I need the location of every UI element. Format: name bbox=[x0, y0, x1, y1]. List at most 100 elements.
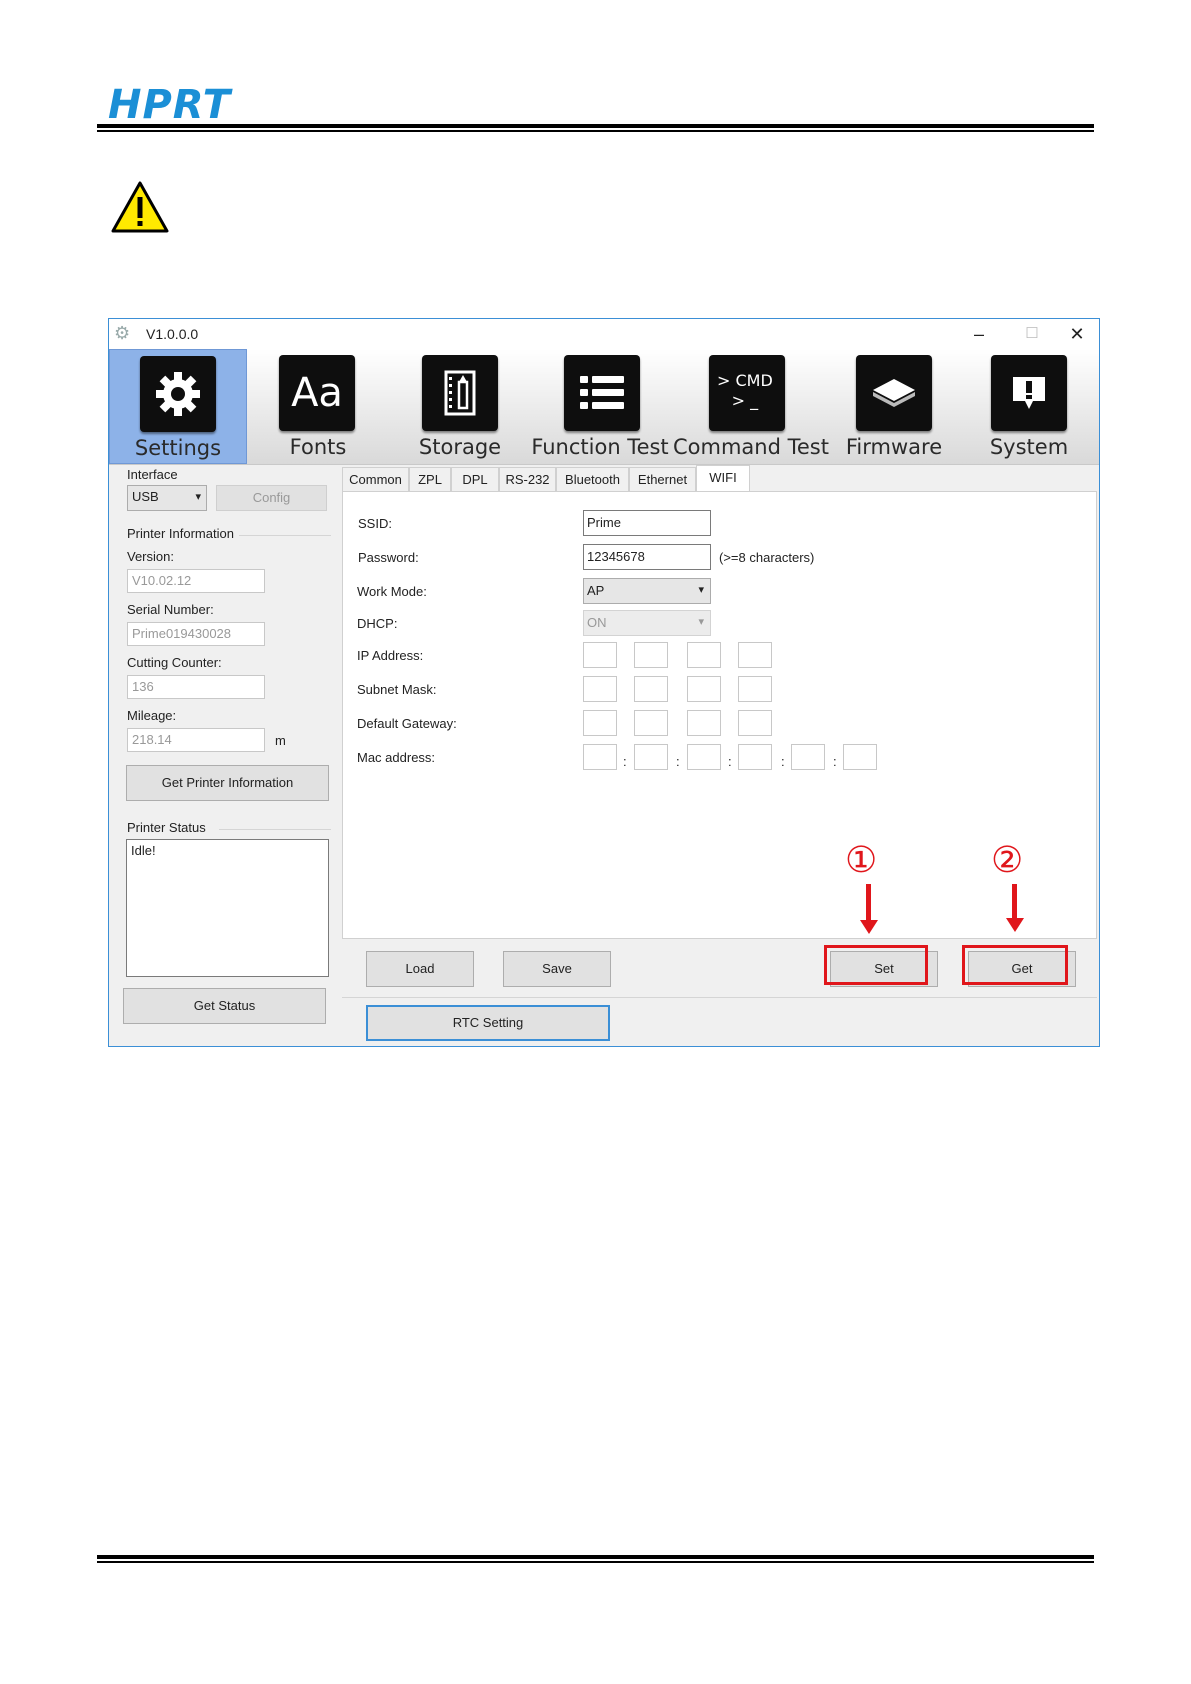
fonts-icon: Aa bbox=[279, 355, 355, 431]
step-2-arrow bbox=[1012, 884, 1017, 918]
save-button[interactable]: Save bbox=[503, 951, 611, 987]
list-icon bbox=[564, 355, 640, 431]
step-1-arrow bbox=[866, 884, 871, 920]
gateway-octet-4[interactable] bbox=[738, 710, 772, 736]
footer-rule bbox=[97, 1555, 1094, 1559]
title-bar: ⚙ V1.0.0.0 – ☐ ✕ bbox=[109, 319, 1099, 349]
window-title: V1.0.0.0 bbox=[146, 326, 199, 342]
password-hint: (>=8 characters) bbox=[719, 550, 815, 565]
mac-separator: : bbox=[781, 754, 785, 769]
subnet-octet-2[interactable] bbox=[634, 676, 668, 702]
chevron-down-icon: ▾ bbox=[698, 616, 704, 628]
config-button[interactable]: Config bbox=[216, 485, 327, 511]
header-rule bbox=[97, 124, 1094, 128]
mac-octet-3[interactable] bbox=[687, 744, 721, 770]
warning-icon bbox=[111, 181, 169, 233]
password-input[interactable]: 12345678 bbox=[583, 544, 711, 570]
workmode-value: AP bbox=[587, 583, 605, 598]
toolbar-storage-label: Storage bbox=[418, 435, 502, 459]
interface-select[interactable]: USB ▾ bbox=[127, 485, 207, 511]
subnet-octet-1[interactable] bbox=[583, 676, 617, 702]
toolbar-firmware[interactable]: Firmware bbox=[824, 349, 964, 464]
tab-rs232[interactable]: RS-232 bbox=[499, 467, 556, 491]
password-label: Password: bbox=[358, 550, 419, 565]
subnet-label: Subnet Mask: bbox=[357, 682, 437, 697]
status-divider bbox=[219, 829, 331, 830]
mac-octet-5[interactable] bbox=[791, 744, 825, 770]
set-highlight bbox=[824, 945, 928, 985]
mac-octet-1[interactable] bbox=[583, 744, 617, 770]
step-2-marker: ② bbox=[991, 840, 1024, 881]
toolbar-function-test[interactable]: Function Test bbox=[529, 349, 671, 464]
tab-ethernet[interactable]: Ethernet bbox=[629, 467, 696, 491]
subnet-octet-3[interactable] bbox=[687, 676, 721, 702]
toolbar-fonts[interactable]: Aa Fonts bbox=[249, 349, 387, 464]
load-button[interactable]: Load bbox=[366, 951, 474, 987]
toolbar-storage[interactable]: Storage bbox=[391, 349, 529, 464]
step-2-arrowhead bbox=[1006, 918, 1024, 932]
ip-label: IP Address: bbox=[357, 648, 424, 663]
dhcp-label: DHCP: bbox=[357, 616, 398, 631]
ip-octet-4[interactable] bbox=[738, 642, 772, 668]
tab-dpl[interactable]: DPL bbox=[451, 467, 499, 491]
toolbar-settings[interactable]: Settings bbox=[109, 349, 247, 464]
bottom-divider bbox=[342, 997, 1097, 998]
get-status-button[interactable]: Get Status bbox=[123, 988, 326, 1024]
interface-value: USB bbox=[132, 489, 159, 504]
left-panel: Interface USB ▾ Config Printer Informati… bbox=[109, 465, 339, 1045]
header-rule-thin bbox=[97, 130, 1094, 132]
chevron-down-icon: ▾ bbox=[698, 584, 704, 596]
toolbar-command-test[interactable]: > CMD > _ Command Test bbox=[673, 349, 829, 464]
gateway-octet-3[interactable] bbox=[687, 710, 721, 736]
printer-info-label: Printer Information bbox=[127, 526, 234, 541]
toolbar-system[interactable]: System bbox=[961, 349, 1097, 464]
cutting-label: Cutting Counter: bbox=[127, 655, 222, 670]
step-1-marker: ① bbox=[845, 840, 878, 881]
mac-octet-6[interactable] bbox=[843, 744, 877, 770]
gateway-label: Default Gateway: bbox=[357, 716, 457, 731]
mac-label: Mac address: bbox=[357, 750, 436, 765]
ip-octet-3[interactable] bbox=[687, 642, 721, 668]
cutting-field[interactable]: 136 bbox=[127, 675, 265, 699]
toolbar-fonts-label: Fonts bbox=[289, 435, 347, 459]
close-button[interactable]: ✕ bbox=[1057, 321, 1097, 347]
mileage-field[interactable]: 218.14 bbox=[127, 728, 265, 752]
tab-zpl[interactable]: ZPL bbox=[409, 467, 451, 491]
dhcp-value: ON bbox=[587, 615, 607, 630]
wifi-panel: SSID: Prime Password: 12345678 (>=8 char… bbox=[342, 491, 1097, 939]
group-divider bbox=[239, 535, 331, 536]
bottom-actions: Load Save Set Get RTC Setting bbox=[342, 939, 1097, 1045]
footer-rule-thin bbox=[97, 1561, 1094, 1563]
get-printer-info-button[interactable]: Get Printer Information bbox=[126, 765, 329, 801]
gear-icon bbox=[140, 356, 216, 432]
ip-octet-1[interactable] bbox=[583, 642, 617, 668]
cmd-icon: > CMD > _ bbox=[709, 355, 785, 431]
hprt-logo: HPRT bbox=[108, 82, 232, 128]
tab-wifi[interactable]: WIFI bbox=[696, 465, 750, 491]
workmode-select[interactable]: AP ▾ bbox=[583, 578, 711, 604]
gateway-octet-2[interactable] bbox=[634, 710, 668, 736]
ssid-input[interactable]: Prime bbox=[583, 510, 711, 536]
maximize-button[interactable]: ☐ bbox=[1012, 321, 1052, 347]
mileage-unit: m bbox=[275, 733, 286, 748]
dhcp-select[interactable]: ON ▾ bbox=[583, 610, 711, 636]
rtc-setting-button[interactable]: RTC Setting bbox=[366, 1005, 610, 1041]
version-label: Version: bbox=[127, 549, 174, 564]
toolbar-firmware-label: Firmware bbox=[845, 435, 943, 459]
subnet-octet-4[interactable] bbox=[738, 676, 772, 702]
tab-common[interactable]: Common bbox=[342, 467, 409, 491]
mac-octet-2[interactable] bbox=[634, 744, 668, 770]
step-1-arrowhead bbox=[860, 920, 878, 934]
serial-field[interactable]: Prime019430028 bbox=[127, 622, 265, 646]
gateway-octet-1[interactable] bbox=[583, 710, 617, 736]
mac-octet-4[interactable] bbox=[738, 744, 772, 770]
tab-bluetooth[interactable]: Bluetooth bbox=[556, 467, 629, 491]
minimize-button[interactable]: – bbox=[959, 321, 999, 347]
printer-status-box[interactable]: Idle! bbox=[126, 839, 329, 977]
mac-separator: : bbox=[676, 754, 680, 769]
workmode-label: Work Mode: bbox=[357, 584, 427, 599]
version-field[interactable]: V10.02.12 bbox=[127, 569, 265, 593]
storage-icon bbox=[422, 355, 498, 431]
chip-icon bbox=[856, 355, 932, 431]
ip-octet-2[interactable] bbox=[634, 642, 668, 668]
